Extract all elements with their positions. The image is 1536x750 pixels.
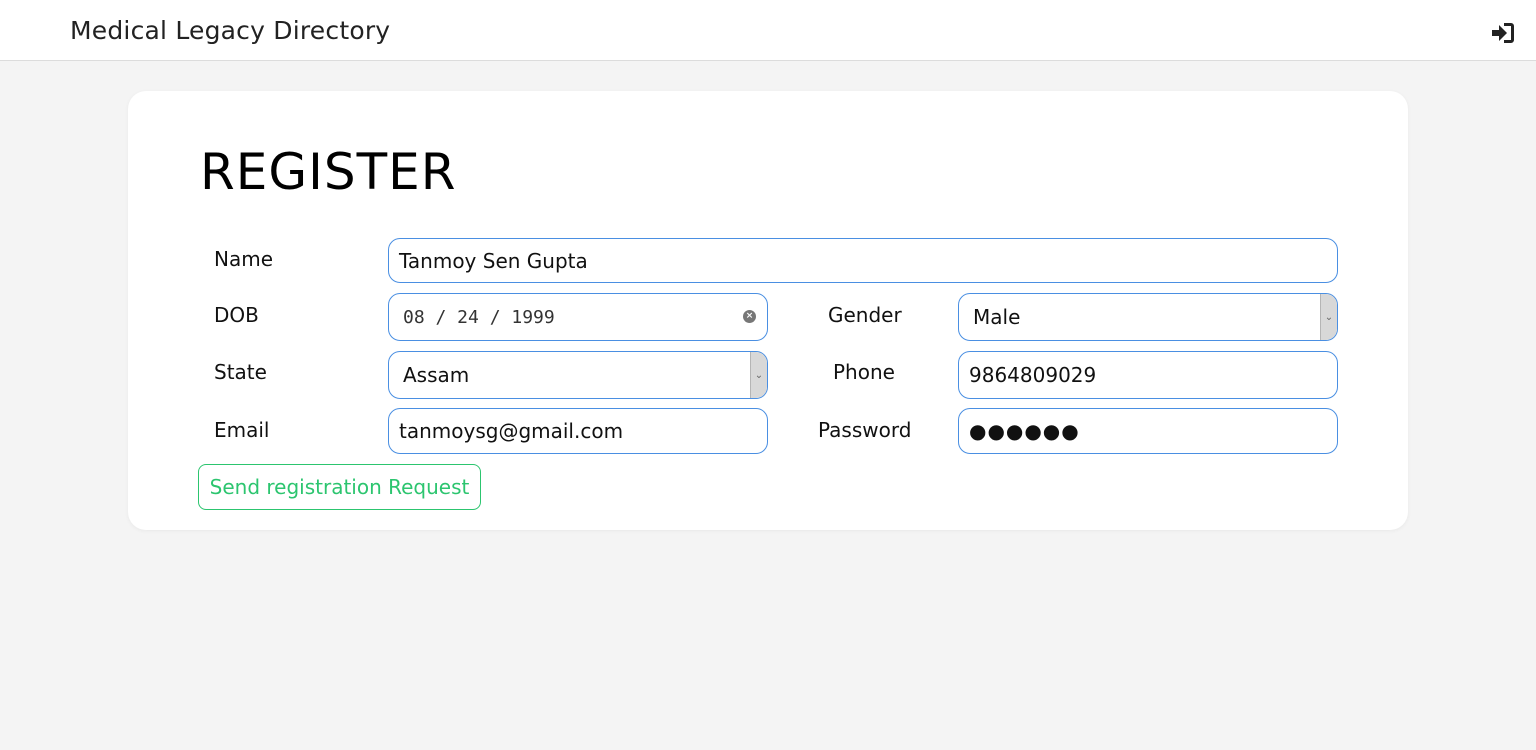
state-select[interactable]: Assam ⌄ <box>388 351 768 399</box>
state-label: State <box>214 360 267 384</box>
dob-date-input[interactable]: 08 / 24 / 1999 × <box>388 293 768 341</box>
register-card: REGISTER Name Tanmoy Sen Gupta DOB 08 / … <box>128 91 1408 530</box>
email-input[interactable]: tanmoysg@gmail.com <box>388 408 768 454</box>
gender-label: Gender <box>828 303 902 327</box>
brand-title[interactable]: Medical Legacy Directory <box>70 16 390 45</box>
name-value: Tanmoy Sen Gupta <box>399 248 588 273</box>
send-registration-button[interactable]: Send registration Request <box>198 464 481 510</box>
chevron-down-icon[interactable]: ⌄ <box>750 352 767 398</box>
top-navbar: Medical Legacy Directory <box>0 0 1536 61</box>
name-input[interactable]: Tanmoy Sen Gupta <box>388 238 1338 283</box>
clear-date-icon[interactable]: × <box>743 310 756 323</box>
state-value: Assam <box>403 363 470 387</box>
email-value: tanmoysg@gmail.com <box>399 419 624 443</box>
phone-input[interactable]: 9864809029 <box>958 351 1338 399</box>
name-label: Name <box>214 247 274 271</box>
password-value: ●●●●●● <box>969 419 1080 443</box>
phone-value: 9864809029 <box>969 363 1097 387</box>
page-title: REGISTER <box>200 143 457 201</box>
gender-value: Male <box>973 305 1021 329</box>
phone-label: Phone <box>833 360 895 384</box>
dob-label: DOB <box>214 303 259 327</box>
sign-in-icon[interactable] <box>1489 19 1517 47</box>
chevron-down-icon[interactable]: ⌄ <box>1320 294 1337 340</box>
gender-select[interactable]: Male ⌄ <box>958 293 1338 341</box>
password-label: Password <box>818 418 912 442</box>
email-label: Email <box>214 418 270 442</box>
dob-value: 08 / 24 / 1999 <box>403 306 555 328</box>
password-input[interactable]: ●●●●●● <box>958 408 1338 454</box>
